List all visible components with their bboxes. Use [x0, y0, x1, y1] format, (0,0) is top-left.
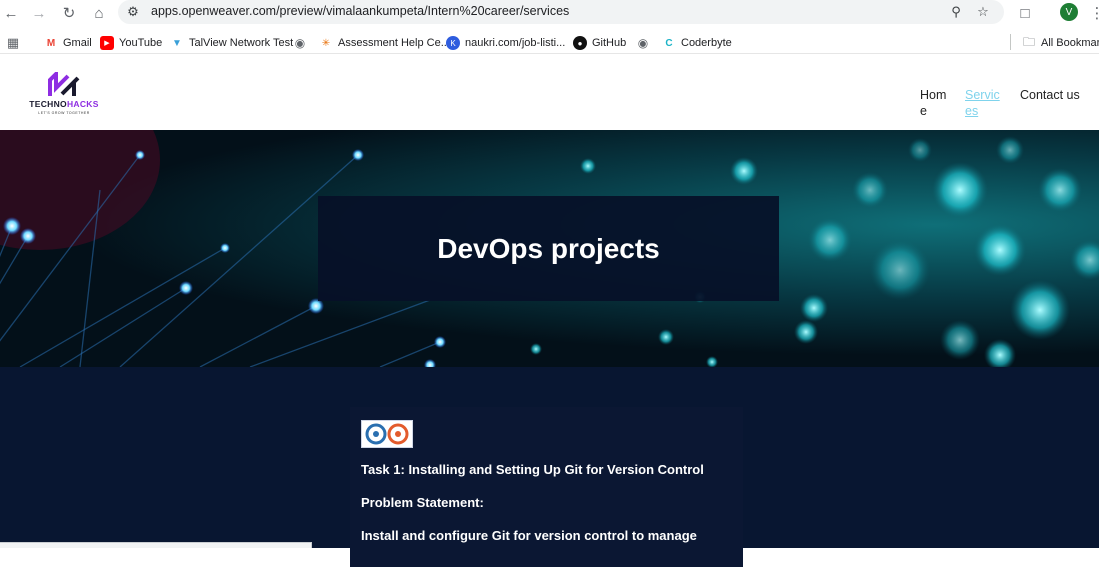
zoom-icon[interactable]: ⚲ — [947, 3, 965, 21]
menu-dots-icon[interactable]: ⋮ — [1087, 3, 1099, 23]
profile-avatar[interactable]: V — [1060, 3, 1078, 21]
bookmark-globe-1[interactable]: ◉ — [293, 35, 312, 51]
naukri-icon: K — [446, 36, 460, 50]
url-text: apps.openweaver.com/preview/vimalaankump… — [151, 4, 570, 18]
coderbyte-icon: C — [665, 37, 673, 49]
folder-icon: 🗀 — [1022, 34, 1035, 49]
problem-statement-text: Install and configure Git for version co… — [361, 528, 697, 543]
nav-home[interactable]: Home — [920, 87, 952, 119]
browser-toolbar: ← → ↻ ⌂ ⚙ apps.openweaver.com/preview/vi… — [0, 0, 1099, 26]
site-info-icon[interactable]: ⚙ — [124, 3, 142, 21]
technohacks-logo[interactable]: TECHNOHACKS LET'S GROW TOGETHER — [22, 72, 106, 118]
home-icon[interactable]: ⌂ — [89, 3, 109, 23]
bookmark-talview[interactable]: ▼ TalView Network Test — [170, 35, 293, 51]
nav-contact-us[interactable]: Contact us — [1020, 87, 1080, 103]
all-bookmarks[interactable]: 🗀 All Bookmarks — [1022, 35, 1099, 51]
logo-tagline: LET'S GROW TOGETHER — [38, 111, 90, 115]
address-bar[interactable]: ⚙ apps.openweaver.com/preview/vimalaanku… — [118, 0, 1004, 24]
task-title: Task 1: Installing and Setting Up Git fo… — [361, 462, 704, 477]
globe-icon: ◉ — [637, 36, 649, 50]
youtube-icon: ▶ — [100, 36, 114, 50]
devops-infinity-icon — [365, 423, 409, 445]
problem-statement-label: Problem Statement: — [361, 495, 484, 510]
github-icon: ● — [573, 36, 587, 50]
reload-icon[interactable]: ↻ — [59, 3, 79, 23]
globe-icon: ◉ — [294, 36, 306, 50]
hero-title-box: DevOps projects — [318, 196, 779, 301]
bookmark-naukri[interactable]: K naukri.com/job-listi... — [446, 35, 565, 51]
hero-banner: DevOps projects — [0, 130, 1099, 367]
talview-icon: ▼ — [172, 37, 182, 49]
apps-grid-icon[interactable]: ▦ — [6, 35, 25, 51]
assessment-icon: ✳ — [321, 37, 331, 49]
logo-mark-icon — [48, 72, 80, 96]
bookmark-gmail[interactable]: M Gmail — [44, 35, 92, 51]
extensions-icon[interactable]: □ — [1015, 3, 1035, 23]
bookmark-globe-2[interactable]: ◉ — [636, 35, 655, 51]
logo-word-hacks: HACKS — [66, 99, 99, 109]
logo-word-techno: TECHNO — [29, 99, 67, 109]
bookmarks-bar: ▦ M Gmail ▶ YouTube ▼ TalView Network Te… — [0, 30, 1099, 54]
devops-logo — [361, 420, 413, 448]
bookmark-youtube[interactable]: ▶ YouTube — [100, 35, 162, 51]
bookmark-star-icon[interactable]: ☆ — [974, 3, 992, 21]
forward-arrow-icon[interactable]: → — [29, 3, 49, 23]
browser-status-bar — [0, 542, 312, 548]
gmail-icon: M — [46, 37, 56, 49]
content-section — [0, 367, 1099, 567]
bookmark-github[interactable]: ● GitHub — [573, 35, 626, 51]
bookmark-coderbyte[interactable]: C Coderbyte — [662, 35, 731, 51]
hero-title: DevOps projects — [437, 232, 660, 264]
nav-services[interactable]: Services — [965, 87, 1005, 119]
bookmark-assessment[interactable]: ✳ Assessment Help Ce... — [319, 35, 450, 51]
site-header: TECHNOHACKS LET'S GROW TOGETHER Home Ser… — [0, 60, 1099, 130]
back-arrow-icon[interactable]: ← — [1, 3, 21, 23]
bookmark-separator — [1010, 34, 1011, 50]
